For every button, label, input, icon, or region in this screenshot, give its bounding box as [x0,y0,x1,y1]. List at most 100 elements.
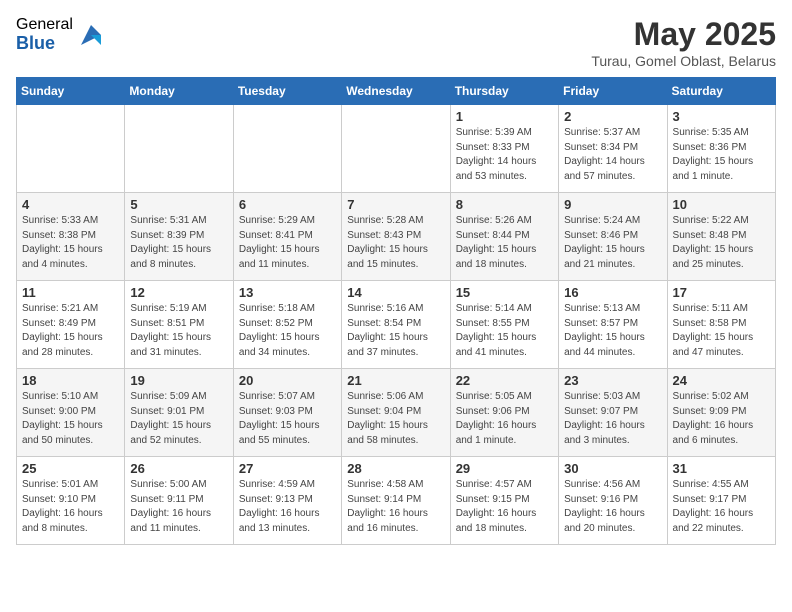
day-number: 25 [22,461,119,476]
day-info: Sunrise: 5:18 AM Sunset: 8:52 PM Dayligh… [239,302,336,360]
calendar-cell: 15 Sunrise: 5:14 AM Sunset: 8:55 PM Dayli… [450,281,558,369]
calendar-cell: 30 Sunrise: 4:56 AM Sunset: 9:16 PM Dayli… [559,457,667,545]
logo-blue: Blue [16,34,73,54]
col-header-tuesday: Tuesday [233,78,341,105]
calendar-cell: 24 Sunrise: 5:02 AM Sunset: 9:09 PM Dayli… [667,369,775,457]
calendar-header: SundayMondayTuesdayWednesdayThursdayFrid… [17,78,776,105]
day-info: Sunrise: 5:02 AM Sunset: 9:09 PM Dayligh… [673,390,770,448]
day-number: 23 [564,373,661,388]
day-number: 2 [564,109,661,124]
calendar-cell: 13 Sunrise: 5:18 AM Sunset: 8:52 PM Dayli… [233,281,341,369]
day-info: Sunrise: 5:28 AM Sunset: 8:43 PM Dayligh… [347,214,444,272]
day-info: Sunrise: 5:05 AM Sunset: 9:06 PM Dayligh… [456,390,553,448]
calendar-table: SundayMondayTuesdayWednesdayThursdayFrid… [16,77,776,545]
calendar-cell: 25 Sunrise: 5:01 AM Sunset: 9:10 PM Dayli… [17,457,125,545]
calendar-cell: 7 Sunrise: 5:28 AM Sunset: 8:43 PM Daylig… [342,193,450,281]
day-number: 8 [456,197,553,212]
day-number: 10 [673,197,770,212]
day-info: Sunrise: 5:26 AM Sunset: 8:44 PM Dayligh… [456,214,553,272]
day-number: 16 [564,285,661,300]
calendar-cell: 27Sunrise: 4:59 AM Sunset: 9:13 PM Dayli… [233,457,341,545]
logo-general: General [16,16,73,34]
calendar-body: 1 Sunrise: 5:39 AM Sunset: 8:33 PM Daylig… [17,105,776,545]
subtitle: Turau, Gomel Oblast, Belarus [591,53,776,69]
day-number: 31 [673,461,770,476]
day-number: 15 [456,285,553,300]
day-info: Sunrise: 5:35 AM Sunset: 8:36 PM Dayligh… [673,126,770,184]
day-info: Sunrise: 5:06 AM Sunset: 9:04 PM Dayligh… [347,390,444,448]
day-info: Sunrise: 5:39 AM Sunset: 8:33 PM Dayligh… [456,126,553,184]
day-number: 26 [130,461,227,476]
day-number: 24 [673,373,770,388]
day-info: Sunrise: 4:59 AM Sunset: 9:13 PM Dayligh… [239,478,336,536]
day-info: Sunrise: 5:10 AM Sunset: 9:00 PM Dayligh… [22,390,119,448]
day-number: 14 [347,285,444,300]
day-number: 6 [239,197,336,212]
day-info: Sunrise: 4:56 AM Sunset: 9:16 PM Dayligh… [564,478,661,536]
calendar-cell: 9Sunrise: 5:24 AM Sunset: 8:46 PM Daylig… [559,193,667,281]
logo: General Blue [16,16,105,53]
calendar-cell: 14Sunrise: 5:16 AM Sunset: 8:54 PM Dayli… [342,281,450,369]
calendar-cell: 4 Sunrise: 5:33 AM Sunset: 8:38 PM Daylig… [17,193,125,281]
day-info: Sunrise: 4:58 AM Sunset: 9:14 PM Dayligh… [347,478,444,536]
page-header: General Blue May 2025 Turau, Gomel Oblas… [16,16,776,69]
week-row-3: 11 Sunrise: 5:21 AM Sunset: 8:49 PM Dayli… [17,281,776,369]
day-info: Sunrise: 5:00 AM Sunset: 9:11 PM Dayligh… [130,478,227,536]
day-number: 9 [564,197,661,212]
calendar-cell [233,105,341,193]
calendar-cell: 28 Sunrise: 4:58 AM Sunset: 9:14 PM Dayli… [342,457,450,545]
day-info: Sunrise: 5:14 AM Sunset: 8:55 PM Dayligh… [456,302,553,360]
day-info: Sunrise: 5:29 AM Sunset: 8:41 PM Dayligh… [239,214,336,272]
day-info: Sunrise: 5:11 AM Sunset: 8:58 PM Dayligh… [673,302,770,360]
day-info: Sunrise: 5:13 AM Sunset: 8:57 PM Dayligh… [564,302,661,360]
calendar-cell: 1 Sunrise: 5:39 AM Sunset: 8:33 PM Daylig… [450,105,558,193]
day-info: Sunrise: 5:03 AM Sunset: 9:07 PM Dayligh… [564,390,661,448]
calendar-cell: 6 Sunrise: 5:29 AM Sunset: 8:41 PM Daylig… [233,193,341,281]
title-block: May 2025 Turau, Gomel Oblast, Belarus [591,16,776,69]
calendar-cell: 26 Sunrise: 5:00 AM Sunset: 9:11 PM Dayli… [125,457,233,545]
calendar-cell: 3 Sunrise: 5:35 AM Sunset: 8:36 PM Daylig… [667,105,775,193]
col-header-wednesday: Wednesday [342,78,450,105]
day-info: Sunrise: 5:37 AM Sunset: 8:34 PM Dayligh… [564,126,661,184]
calendar-cell: 21Sunrise: 5:06 AM Sunset: 9:04 PM Dayli… [342,369,450,457]
day-number: 4 [22,197,119,212]
calendar-cell [342,105,450,193]
calendar-cell: 22Sunrise: 5:05 AM Sunset: 9:06 PM Dayli… [450,369,558,457]
calendar-cell: 10Sunrise: 5:22 AM Sunset: 8:48 PM Dayli… [667,193,775,281]
day-info: Sunrise: 5:33 AM Sunset: 8:38 PM Dayligh… [22,214,119,272]
day-number: 18 [22,373,119,388]
week-row-2: 4 Sunrise: 5:33 AM Sunset: 8:38 PM Daylig… [17,193,776,281]
day-info: Sunrise: 5:01 AM Sunset: 9:10 PM Dayligh… [22,478,119,536]
calendar-cell: 17 Sunrise: 5:11 AM Sunset: 8:58 PM Dayli… [667,281,775,369]
calendar-cell: 11 Sunrise: 5:21 AM Sunset: 8:49 PM Dayli… [17,281,125,369]
calendar-cell: 20Sunrise: 5:07 AM Sunset: 9:03 PM Dayli… [233,369,341,457]
calendar-cell: 16 Sunrise: 5:13 AM Sunset: 8:57 PM Dayli… [559,281,667,369]
col-header-saturday: Saturday [667,78,775,105]
day-number: 29 [456,461,553,476]
day-number: 3 [673,109,770,124]
calendar-cell [125,105,233,193]
col-header-thursday: Thursday [450,78,558,105]
calendar-cell: 29Sunrise: 4:57 AM Sunset: 9:15 PM Dayli… [450,457,558,545]
calendar-cell: 12Sunrise: 5:19 AM Sunset: 8:51 PM Dayli… [125,281,233,369]
logo-icon [77,21,105,49]
calendar-cell [17,105,125,193]
day-number: 28 [347,461,444,476]
day-number: 19 [130,373,227,388]
week-row-1: 1 Sunrise: 5:39 AM Sunset: 8:33 PM Daylig… [17,105,776,193]
calendar-cell: 18 Sunrise: 5:10 AM Sunset: 9:00 PM Dayli… [17,369,125,457]
day-number: 1 [456,109,553,124]
day-number: 20 [239,373,336,388]
day-number: 30 [564,461,661,476]
col-header-friday: Friday [559,78,667,105]
calendar-cell: 23 Sunrise: 5:03 AM Sunset: 9:07 PM Dayli… [559,369,667,457]
day-info: Sunrise: 5:19 AM Sunset: 8:51 PM Dayligh… [130,302,227,360]
day-number: 7 [347,197,444,212]
day-number: 17 [673,285,770,300]
week-row-5: 25 Sunrise: 5:01 AM Sunset: 9:10 PM Dayli… [17,457,776,545]
col-header-monday: Monday [125,78,233,105]
day-number: 13 [239,285,336,300]
day-number: 11 [22,285,119,300]
calendar-cell: 8 Sunrise: 5:26 AM Sunset: 8:44 PM Daylig… [450,193,558,281]
day-info: Sunrise: 5:21 AM Sunset: 8:49 PM Dayligh… [22,302,119,360]
